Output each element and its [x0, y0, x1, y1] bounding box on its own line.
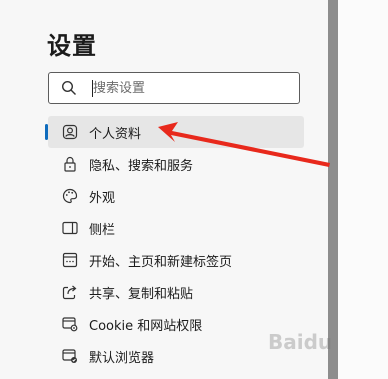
annotation-arrow: [158, 122, 330, 167]
watermark: Baidu: [268, 330, 333, 354]
